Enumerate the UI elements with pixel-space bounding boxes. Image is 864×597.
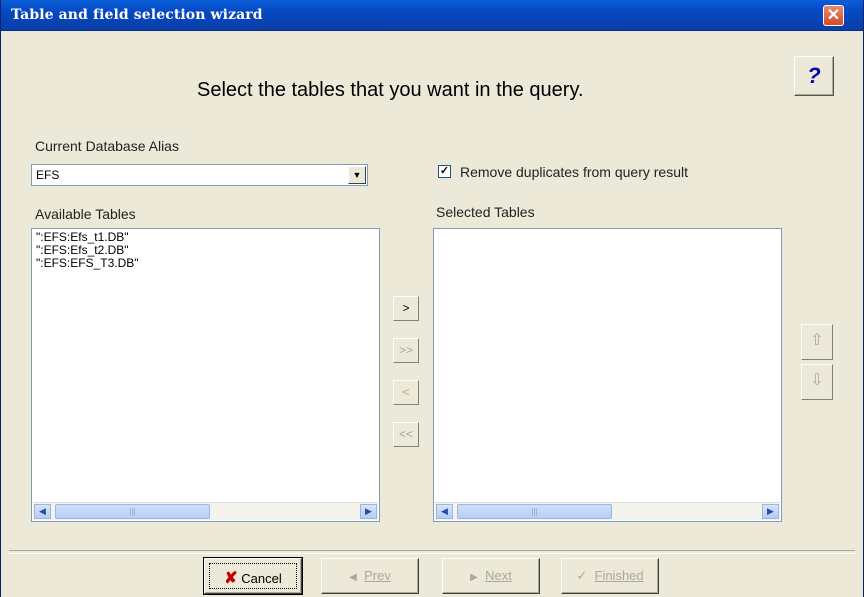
footer-divider — [9, 550, 855, 554]
move-down-button[interactable]: ⇩ — [801, 364, 833, 400]
checkmark-icon: ✓ — [576, 568, 588, 583]
window-title: Table and field selection wizard — [11, 7, 263, 23]
title-bar: Table and field selection wizard ✕ — [1, 0, 863, 31]
move-up-button[interactable]: ⇧ — [801, 324, 833, 360]
alias-value: EFS — [36, 168, 60, 182]
next-arrow-icon: ▶ — [470, 572, 478, 583]
add-table-button[interactable]: > — [393, 296, 419, 321]
available-tables-label: Available Tables — [35, 206, 136, 222]
prev-arrow-icon: ◀ — [349, 572, 357, 583]
remove-duplicates-checkbox[interactable]: ✓ — [438, 165, 451, 178]
help-button[interactable]: ? — [794, 56, 834, 96]
add-all-tables-button[interactable]: >> — [393, 338, 419, 363]
horizontal-scrollbar[interactable]: ◀ ||| ▶ — [33, 502, 378, 520]
cancel-x-icon: ✘ — [224, 570, 238, 587]
finished-button[interactable]: ✓ Finished — [561, 558, 659, 594]
question-icon: ? — [807, 63, 821, 88]
scroll-left-icon[interactable]: ◀ — [34, 504, 51, 519]
checkmark-icon: ✓ — [439, 165, 450, 177]
selected-tables-label: Selected Tables — [436, 204, 535, 220]
close-button[interactable]: ✕ — [823, 5, 844, 26]
page-heading: Select the tables that you want in the q… — [197, 79, 584, 101]
next-button[interactable]: ▶ Next — [442, 558, 540, 594]
scroll-left-icon[interactable]: ◀ — [436, 504, 453, 519]
wizard-window: Table and field selection wizard ✕ ? Sel… — [0, 0, 864, 597]
cancel-button[interactable]: ✘ Cancel — [203, 557, 303, 595]
prev-button[interactable]: ◀ Prev — [321, 558, 419, 594]
scroll-thumb[interactable]: ||| — [55, 504, 210, 519]
next-label: Next — [485, 568, 512, 583]
available-tables-list[interactable]: ":EFS:Efs_t1.DB" ":EFS:Efs_t2.DB" ":EFS:… — [31, 228, 380, 522]
finished-label: Finished — [594, 568, 644, 583]
alias-label: Current Database Alias — [35, 138, 179, 154]
scroll-thumb[interactable]: ||| — [457, 504, 612, 519]
close-icon: ✕ — [826, 7, 841, 24]
scroll-right-icon[interactable]: ▶ — [360, 504, 377, 519]
arrow-up-icon: ⇧ — [810, 332, 824, 349]
scroll-right-icon[interactable]: ▶ — [762, 504, 779, 519]
arrow-down-icon: ⇩ — [810, 372, 824, 389]
remove-table-button[interactable]: < — [393, 380, 419, 405]
prev-label: Prev — [364, 568, 391, 583]
cancel-label: Cancel — [241, 571, 282, 586]
remove-all-tables-button[interactable]: << — [393, 422, 419, 447]
dropdown-arrow-icon[interactable]: ▼ — [348, 166, 366, 184]
selected-tables-list[interactable]: ◀ ||| ▶ — [433, 228, 782, 522]
horizontal-scrollbar[interactable]: ◀ ||| ▶ — [435, 502, 780, 520]
alias-combobox[interactable]: EFS ▼ — [31, 164, 368, 186]
list-item[interactable]: ":EFS:EFS_T3.DB" — [32, 257, 139, 270]
remove-duplicates-label[interactable]: Remove duplicates from query result — [460, 164, 688, 180]
